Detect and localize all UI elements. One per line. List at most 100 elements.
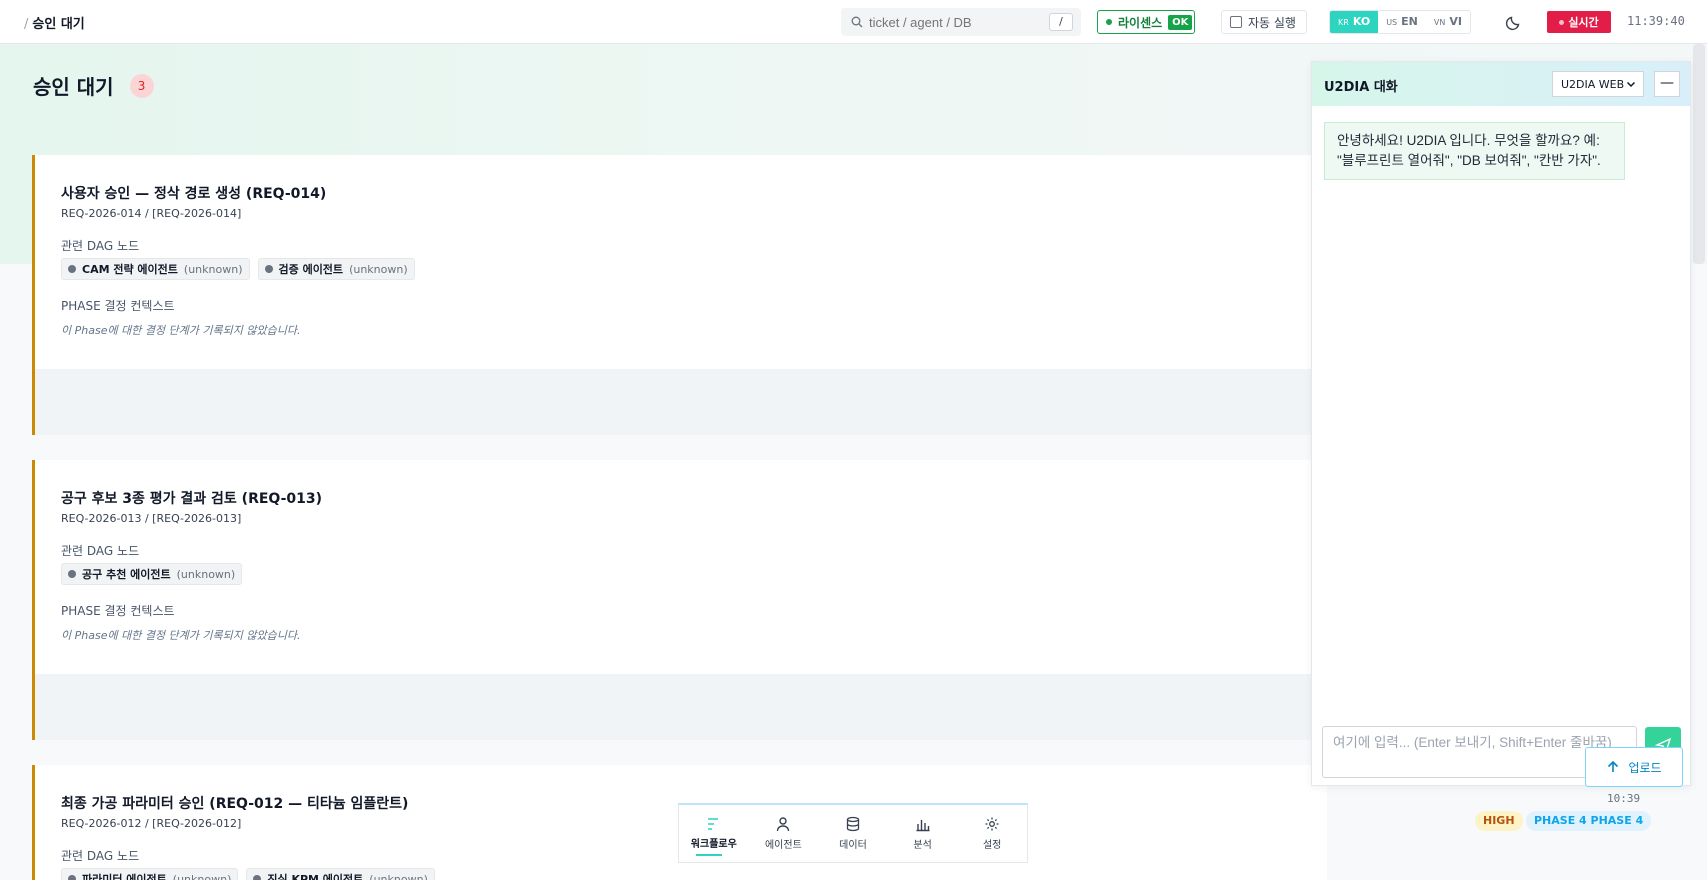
dag-label: 관련 DAG 노드 <box>61 849 140 863</box>
agent-icon <box>777 817 790 832</box>
phase-note: 이 Phase에 대한 결정 단계가 기록되지 않았습니다. <box>61 324 301 337</box>
node-state: (unknown) <box>369 872 428 880</box>
node-status-dot-icon <box>264 265 273 273</box>
search-input[interactable] <box>869 14 1049 30</box>
upload-label: 업로드 <box>1628 760 1662 775</box>
live-label: 실시간 <box>1568 16 1599 29</box>
node-status-dot-icon <box>68 265 76 273</box>
node-state: (unknown) <box>349 262 408 276</box>
dag-node-chip[interactable]: 진실 KPM 에이전트 (unknown) <box>246 868 435 880</box>
gear-icon <box>985 817 999 831</box>
nav-workflow[interactable]: 워크플로우 <box>679 805 749 862</box>
card-footer <box>35 369 1327 435</box>
bottom-nav: 워크플로우 에이전트 데이터 분석 설정 <box>678 803 1028 863</box>
lang-code: VI <box>1449 15 1462 28</box>
node-state: (unknown) <box>176 567 236 581</box>
card-title: 사용자 승인 — 정삭 경로 생성 (REQ-014) <box>61 186 327 202</box>
node-status-dot-icon <box>253 875 262 880</box>
auto-exec-label: 자동 실행 <box>1248 15 1296 30</box>
search-box[interactable]: / <box>841 8 1081 36</box>
page-scrollbar[interactable] <box>1693 44 1705 264</box>
chat-minimize-button[interactable]: — <box>1654 71 1680 97</box>
lang-en[interactable]: US EN <box>1378 11 1426 33</box>
license-status[interactable]: 라이센스 OK <box>1097 10 1196 34</box>
chat-title: U2DIA 대화 <box>1324 80 1398 95</box>
node-name: 파라미터 에이전트 <box>82 873 167 880</box>
database-icon <box>846 816 860 832</box>
card-title: 최종 가공 파라미터 승인 (REQ-012 — 티타늄 임플란트) <box>61 796 409 812</box>
lang-ko[interactable]: KR KO <box>1330 11 1379 33</box>
nav-label: 설정 <box>982 840 1002 851</box>
chat-channel-value: U2DIA WEB <box>1561 77 1625 91</box>
card-ids: REQ-2026-014 / [REQ-2026-014] <box>61 207 242 220</box>
nav-settings[interactable]: 설정 <box>957 805 1027 862</box>
live-button[interactable]: 실시간 <box>1547 11 1611 33</box>
flag-kr-icon: KR <box>1338 18 1349 27</box>
node-name: 검증 에이전트 <box>278 263 344 276</box>
nav-label: 데이터 <box>839 840 867 851</box>
chat-message-bot: 안녕하세요! U2DIA 입니다. 무엇을 할까요? 예: "블루프린트 열어줘… <box>1324 122 1625 180</box>
flag-vn-icon: VN <box>1433 18 1446 27</box>
nav-label: 에이전트 <box>764 840 802 851</box>
auto-exec-checkbox[interactable] <box>1230 16 1242 28</box>
language-switcher: KR KO US EN VN VI <box>1329 10 1471 34</box>
card-ids: REQ-2026-013 / [REQ-2026-013] <box>61 512 242 525</box>
nav-data[interactable]: 데이터 <box>818 805 888 862</box>
card-ids: REQ-2026-012 / [REQ-2026-012] <box>61 817 242 830</box>
dag-node-chip[interactable]: 파라미터 에이전트 (unknown) <box>61 868 239 880</box>
nav-label: 워크플로우 <box>690 839 737 850</box>
dag-label: 관련 DAG 노드 <box>61 544 140 558</box>
card-title: 공구 후보 3종 평가 결과 검토 (REQ-013) <box>61 491 323 507</box>
chat-channel-select[interactable]: U2DIA WEB <box>1552 71 1644 97</box>
priority-badge: HIGH <box>1475 811 1523 831</box>
breadcrumb-separator: / <box>24 17 29 32</box>
node-state: (unknown) <box>172 872 232 880</box>
phase-badge: PHASE 4 PHASE 4 <box>1526 811 1652 831</box>
dag-node-list: 공구 추천 에이전트 (unknown) <box>61 563 243 585</box>
dag-node-chip[interactable]: CAM 전략 에이전트 (unknown) <box>61 258 250 280</box>
top-bar: /승인 대기 / 라이센스 OK 자동 실행 KRKO USEN VNVI 실시… <box>0 0 1707 44</box>
live-dot-icon <box>1559 19 1565 25</box>
nav-analysis[interactable]: 분석 <box>888 805 958 862</box>
workflow-icon <box>707 818 718 830</box>
chat-header: U2DIA 대화 U2DIA WEB — <box>1312 62 1690 106</box>
dag-label: 관련 DAG 노드 <box>61 239 140 253</box>
nav-agent[interactable]: 에이전트 <box>749 805 819 862</box>
license-dot-icon <box>1106 19 1112 25</box>
node-status-dot-icon <box>68 875 76 880</box>
dag-node-chip[interactable]: 공구 추천 에이전트 (unknown) <box>61 563 243 585</box>
moon-icon[interactable] <box>1505 13 1523 31</box>
approval-card[interactable]: 공구 후보 3종 평가 결과 검토 (REQ-013) REQ-2026-013… <box>32 460 1327 740</box>
chat-panel: U2DIA 대화 U2DIA WEB — 안녕하세요! U2DIA 입니다. 무… <box>1311 61 1691 786</box>
lang-code: EN <box>1401 15 1418 28</box>
upload-button[interactable]: 업로드 <box>1585 747 1683 787</box>
phase-note: 이 Phase에 대한 결정 단계가 기록되지 않았습니다. <box>61 629 301 642</box>
chart-icon <box>916 820 930 832</box>
card-footer <box>35 674 1327 740</box>
approval-card[interactable]: 사용자 승인 — 정삭 경로 생성 (REQ-014) REQ-2026-014… <box>32 155 1327 435</box>
phase-label: PHASE 결정 컨텍스트 <box>61 604 175 618</box>
license-ok-badge: OK <box>1168 14 1193 30</box>
search-icon <box>851 16 863 28</box>
arrow-up-icon <box>1608 760 1619 772</box>
pending-count-badge: 3 <box>129 73 154 98</box>
node-name: 진실 KPM 에이전트 <box>267 873 364 880</box>
breadcrumb-current[interactable]: 승인 대기 <box>32 17 84 32</box>
chevron-down-icon <box>1626 81 1636 88</box>
license-label: 라이센스 <box>1118 15 1163 30</box>
node-status-dot-icon <box>68 570 76 578</box>
dag-node-chip[interactable]: 검증 에이전트 (unknown) <box>257 258 415 280</box>
phase-label: PHASE 결정 컨텍스트 <box>61 299 175 313</box>
breadcrumb: / 승인 대기 <box>24 13 85 32</box>
node-name: 공구 추천 에이전트 <box>82 568 171 581</box>
nav-label: 분석 <box>913 840 932 851</box>
flag-us-icon: US <box>1386 18 1398 27</box>
search-shortcut-key: / <box>1049 13 1073 31</box>
dag-node-list: CAM 전략 에이전트 (unknown) 검증 에이전트 (unknown) <box>61 258 415 280</box>
dag-node-list: 파라미터 에이전트 (unknown) 진실 KPM 에이전트 (unknown) <box>61 868 435 880</box>
auto-exec-toggle[interactable]: 자동 실행 <box>1221 10 1307 34</box>
clock: 11:39:40 <box>1627 14 1685 28</box>
lang-vi[interactable]: VN VI <box>1426 11 1470 33</box>
card-timestamp: 10:39 <box>1607 792 1641 805</box>
node-name: CAM 전략 에이전트 <box>82 263 178 276</box>
